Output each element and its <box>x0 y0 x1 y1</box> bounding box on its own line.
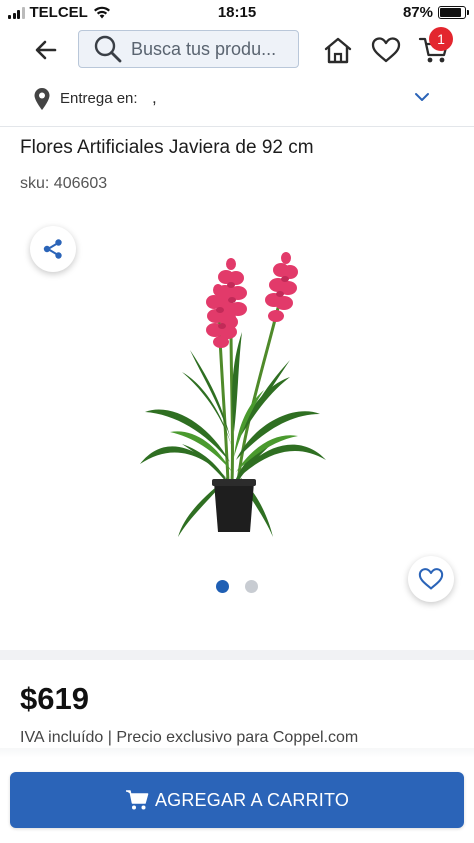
product-sku: sku: 406603 <box>20 175 107 193</box>
add-to-cart-button[interactable]: AGREGAR A CARRITO <box>10 772 464 828</box>
cart-icon <box>125 790 149 810</box>
battery-icon <box>438 6 469 19</box>
share-button[interactable] <box>30 226 76 272</box>
image-carousel-dots <box>0 580 474 593</box>
search-input[interactable]: Busca tus produ... <box>78 30 299 68</box>
header-divider <box>0 126 474 127</box>
back-button[interactable] <box>32 36 60 64</box>
heart-icon <box>371 37 401 63</box>
home-button[interactable] <box>322 34 354 66</box>
search-placeholder: Busca tus produ... <box>131 38 277 59</box>
battery-level <box>440 8 461 17</box>
wishlist-button[interactable] <box>370 34 402 66</box>
heart-icon <box>418 568 444 590</box>
back-arrow-icon <box>35 40 57 60</box>
section-separator <box>0 650 474 660</box>
delivery-value: , <box>152 88 157 107</box>
status-right: 87% <box>402 4 469 21</box>
add-to-wishlist-button[interactable] <box>408 556 454 602</box>
delivery-selector[interactable]: Entrega en: , <box>0 82 474 116</box>
carousel-dot-2[interactable] <box>245 580 258 593</box>
sku-label: sku: <box>20 175 50 192</box>
product-image[interactable] <box>130 232 340 552</box>
home-icon <box>324 37 352 64</box>
delivery-label: Entrega en: <box>60 90 138 107</box>
status-bar: TELCEL 18:15 87% <box>0 0 474 26</box>
battery-percent: 87% <box>402 4 433 21</box>
search-icon <box>94 35 122 63</box>
location-pin-icon <box>34 88 50 110</box>
price-note: IVA incluído | Precio exclusivo para Cop… <box>20 729 359 746</box>
chevron-down-icon[interactable] <box>414 92 430 102</box>
top-header: Busca tus produ... <box>0 28 474 70</box>
plant-illustration <box>140 252 326 537</box>
carousel-dot-1[interactable] <box>216 580 229 593</box>
product-price: $619 <box>20 681 89 716</box>
add-to-cart-label: AGREGAR A CARRITO <box>154 789 350 810</box>
section-separator-bottom <box>0 748 474 758</box>
share-icon <box>43 239 62 259</box>
product-title: Flores Artificiales Javiera de 92 cm <box>20 137 314 158</box>
sku-value: 406603 <box>53 175 108 192</box>
cart-count-badge[interactable]: 1 <box>429 27 453 51</box>
